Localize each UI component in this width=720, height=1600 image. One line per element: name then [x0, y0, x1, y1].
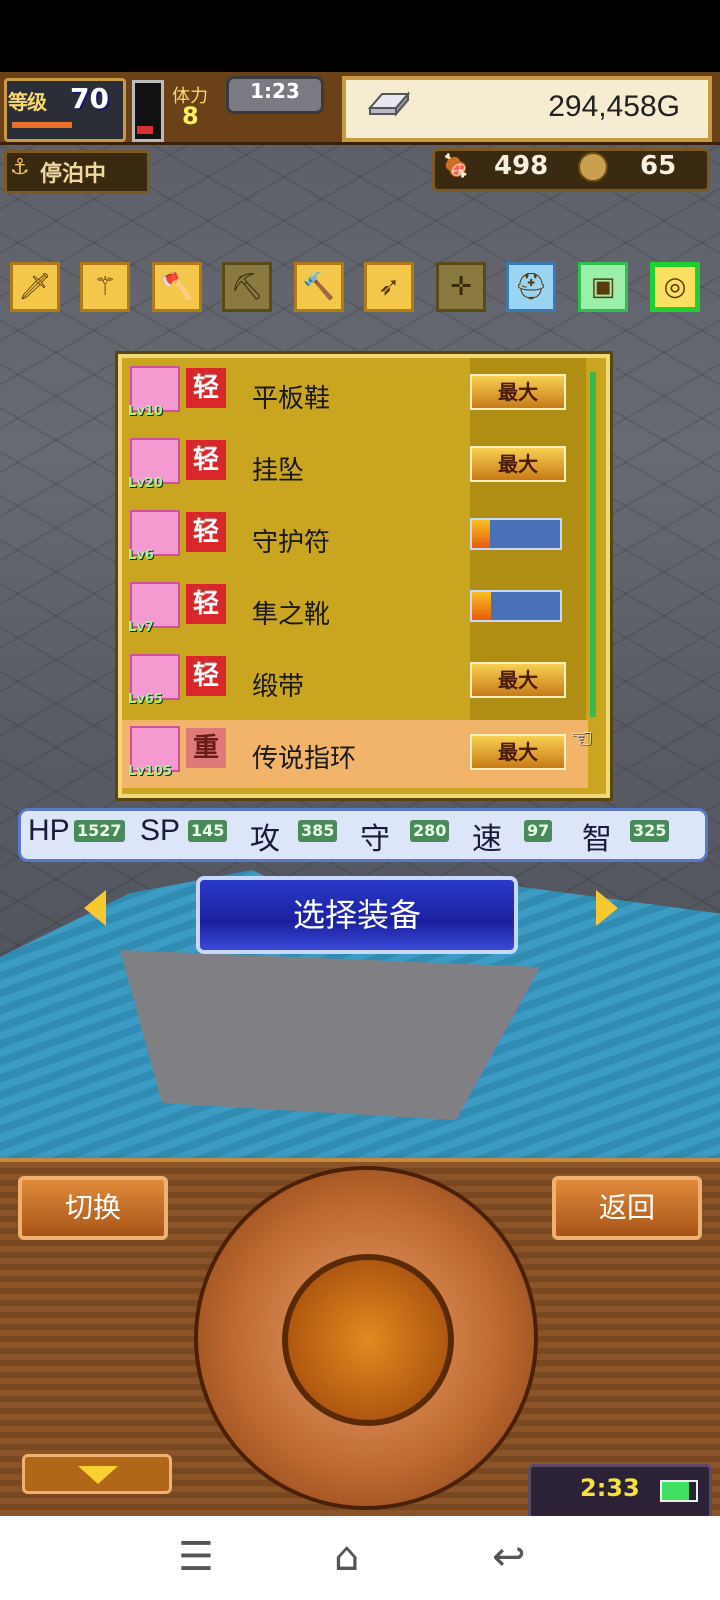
upgrade-progress: [470, 590, 562, 622]
back-icon[interactable]: ↩: [492, 1534, 526, 1580]
upgrade-progress-fill: [472, 592, 492, 620]
item-level: Lv20: [128, 476, 163, 491]
crossbow-icon: ✛: [450, 272, 472, 302]
defense-label: 守: [360, 823, 390, 856]
max-badge: 最大: [470, 734, 566, 770]
select-equipment-button[interactable]: 选择装备: [196, 876, 518, 954]
category-armor[interactable]: ▣: [578, 262, 628, 312]
weight-badge: 轻: [186, 584, 226, 624]
home-icon[interactable]: ⌂: [334, 1534, 359, 1580]
menu-icon[interactable]: ☰: [178, 1534, 214, 1580]
hp-gauge-fill: [137, 126, 153, 134]
item-level: Lv7: [128, 620, 154, 635]
axe-icon: 🪓: [160, 272, 194, 302]
item-level: Lv65: [128, 692, 163, 707]
next-arrow[interactable]: [596, 890, 618, 926]
sp-label: SP: [140, 814, 181, 847]
anchor-icon: ⚓: [10, 155, 30, 180]
upgrade-progress: [470, 518, 562, 550]
item-name: 隼之靴: [252, 599, 331, 629]
level-value: 70: [70, 82, 109, 115]
pointer-hand-icon: ☜: [570, 724, 594, 754]
silver-bar-icon: [367, 91, 411, 117]
category-sword[interactable]: 🗡: [10, 262, 60, 312]
meat-icon: 🍖: [442, 154, 470, 179]
attack-value: 385: [298, 820, 338, 842]
upgrade-progress-fill: [472, 520, 490, 548]
device-clock: 2:33: [580, 1474, 640, 1502]
category-accessory[interactable]: ◎: [650, 262, 700, 312]
status-strip: [0, 0, 720, 72]
category-axe[interactable]: 🪓: [152, 262, 202, 312]
category-pickaxe[interactable]: ⛏: [222, 262, 272, 312]
stamina-value: 8: [182, 102, 199, 130]
speed-label: 速: [472, 823, 502, 856]
spear-icon: ⚚: [93, 272, 117, 302]
hp-label: HP: [28, 814, 70, 847]
weight-badge: 轻: [186, 440, 226, 480]
game-clock: 1:23: [250, 79, 300, 103]
hammer-icon: 🔨: [302, 272, 336, 302]
item-name: 平板鞋: [252, 383, 331, 413]
item-level: Lv10: [128, 404, 163, 419]
item-name: 挂坠: [252, 455, 305, 485]
dpad-center-button[interactable]: [282, 1254, 454, 1426]
item-name: 传说指环: [252, 743, 357, 773]
list-scrollbar[interactable]: [590, 372, 596, 717]
switch-button[interactable]: 切换: [18, 1176, 168, 1240]
sp-value: 145: [188, 820, 228, 842]
gold-amount: 294,458G: [548, 90, 680, 123]
intelligence-label: 智: [582, 823, 612, 856]
weight-badge: 重: [186, 728, 226, 768]
necklace-icon: ◎: [663, 272, 687, 302]
prev-arrow[interactable]: [84, 890, 106, 926]
category-helmet[interactable]: ⛑: [506, 262, 556, 312]
equipment-row[interactable]: Lv7 轻 隼之靴: [122, 576, 588, 644]
weight-badge: 轻: [186, 368, 226, 408]
category-hammer[interactable]: 🔨: [294, 262, 344, 312]
weight-badge: 轻: [186, 656, 226, 696]
item-level: Lv6: [128, 548, 154, 563]
attack-label: 攻: [250, 823, 280, 856]
defense-value: 280: [410, 820, 450, 842]
helmet-icon: ⛑: [514, 272, 548, 302]
coin-value: 65: [640, 151, 677, 181]
equipment-row[interactable]: Lv10 轻 平板鞋 最大: [122, 360, 588, 428]
system-nav-bar: [0, 1516, 720, 1600]
equipment-row-selected[interactable]: Lv105 重 传说指环 最大: [122, 720, 588, 788]
bow-icon: ➶: [378, 272, 400, 302]
category-spear[interactable]: ⚚: [80, 262, 130, 312]
exp-bar: [12, 122, 72, 128]
coin-icon: [578, 152, 608, 182]
equipment-row[interactable]: Lv6 轻 守护符: [122, 504, 588, 572]
max-badge: 最大: [470, 374, 566, 410]
intelligence-value: 325: [630, 820, 670, 842]
weight-badge: 轻: [186, 512, 226, 552]
equipment-row[interactable]: Lv20 轻 挂坠 最大: [122, 432, 588, 500]
back-button[interactable]: 返回: [552, 1176, 702, 1240]
food-value: 498: [494, 151, 549, 181]
max-badge: 最大: [470, 446, 566, 482]
equipment-row[interactable]: Lv65 轻 缎带 最大: [122, 648, 588, 716]
hp-value: 1527: [74, 820, 125, 842]
item-name: 缎带: [252, 671, 305, 701]
pickaxe-icon: ⛏: [230, 272, 264, 302]
category-bow[interactable]: ➶: [364, 262, 414, 312]
chevron-down-icon: [78, 1466, 118, 1484]
anchored-status: 停泊中: [40, 162, 107, 187]
battery-icon: [660, 1480, 698, 1502]
item-name: 守护符: [252, 527, 331, 557]
level-label: 等级: [8, 90, 47, 114]
category-crossbow[interactable]: ✛: [436, 262, 486, 312]
speed-value: 97: [524, 820, 553, 842]
sword-icon: 🗡: [18, 272, 52, 302]
item-level: Lv105: [128, 764, 172, 779]
armor-icon: ▣: [590, 272, 616, 302]
max-badge: 最大: [470, 662, 566, 698]
